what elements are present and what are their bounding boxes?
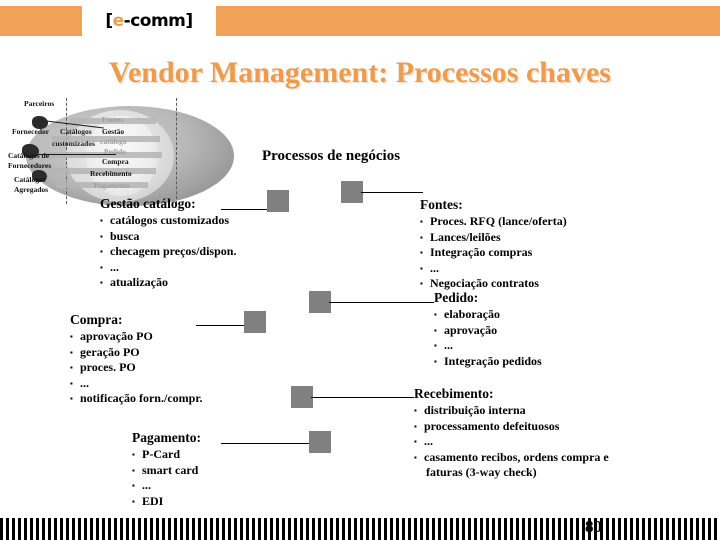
header-band-left (0, 6, 82, 36)
list-item: casamento recibos, ordens compra e (414, 450, 609, 466)
connector-node-compra[interactable] (244, 311, 266, 333)
block-list-recebimento: distribuição interna processamento defei… (414, 403, 609, 481)
block-list-compra: aprovação PO geração PO proces. PO ... n… (70, 329, 203, 407)
list-item: aprovação PO (70, 329, 203, 345)
logo-e-highlight: e (112, 11, 125, 31)
page-number: 80 (585, 517, 602, 536)
list-item: distribuição interna (414, 403, 609, 419)
diagram-label-compra: Compra (102, 157, 129, 166)
logo-comm: -comm] (123, 11, 194, 31)
list-item: P-Card (132, 447, 201, 463)
header-band-right (216, 6, 720, 36)
diagram-label-pedido: Pedido (104, 147, 127, 156)
list-item: aprovação (434, 323, 542, 339)
block-compra: Compra: aprovação PO geração PO proces. … (70, 312, 203, 407)
connector-line-fontes (361, 192, 423, 193)
list-item: busca (100, 229, 236, 245)
footer-hatch-bar (0, 518, 720, 540)
list-item: elaboração (434, 307, 542, 323)
list-item: proces. PO (70, 360, 203, 376)
list-item: processamento defeituosos (414, 419, 609, 435)
diagram-label-agregados: Agregados (14, 185, 49, 194)
block-title-compra: Compra: (70, 312, 123, 327)
diagram-label-gestao: Gestão (102, 127, 125, 136)
diagram-label-pagamento: Pagamento (94, 181, 130, 190)
diagram-label-catalogos-de: Catálogos de (8, 151, 50, 160)
connector-line-pedido (329, 302, 434, 303)
diagram-label-catalogos: Catálogos (14, 175, 46, 184)
block-gestao-catalogo: Gestão catálogo: catálogos customizados … (100, 196, 236, 291)
logo-bracket-open: [ (105, 11, 113, 31)
header-band: [e-comm] (0, 6, 720, 36)
list-item: Lances/leilões (420, 230, 567, 246)
block-list-pagamento: P-Card smart card ... EDI (132, 447, 201, 509)
list-item: ... (132, 478, 201, 494)
diagram-dashed-line-left (66, 98, 67, 204)
brand-logo: [e-comm] (82, 6, 216, 36)
block-pedido: Pedido: elaboração aprovação ... Integra… (434, 290, 542, 369)
diagram-label-catalogos-mid: Catálogos (60, 127, 92, 136)
diagram-label-fornecedores: Fornecedores (8, 161, 52, 170)
section-heading-processos-de-negocios: Processos de negócios (262, 148, 401, 164)
list-item: EDI (132, 494, 201, 510)
list-item: geração PO (70, 345, 203, 361)
connector-node-fontes[interactable] (341, 181, 363, 203)
connector-node-pagamento[interactable] (309, 431, 331, 453)
list-item: ... (414, 434, 609, 450)
connector-node-recebimento[interactable] (291, 386, 313, 408)
connector-line-recebimento (311, 397, 414, 398)
list-item: notificação forn./compr. (70, 391, 203, 407)
block-title-pagamento: Pagamento: (132, 430, 201, 445)
connector-node-gestao-catalogo[interactable] (267, 190, 289, 212)
list-item: Integração compras (420, 245, 567, 261)
list-item: atualização (100, 275, 236, 291)
block-recebimento: Recebimento: distribuição interna proces… (414, 386, 609, 481)
list-item: ... (420, 261, 567, 277)
block-list-fontes: Proces. RFQ (lance/oferta) Lances/leilõe… (420, 214, 567, 292)
list-item: ... (70, 376, 203, 392)
list-item: smart card (132, 463, 201, 479)
list-item-continuation: faturas (3-way check) (426, 465, 537, 479)
block-title-fontes: Fontes: (420, 197, 463, 212)
block-list-gestao-catalogo: catálogos customizados busca checagem pr… (100, 213, 236, 291)
diagram-label-catalogo: catálogo (100, 137, 127, 146)
list-item: checagem preços/dispon. (100, 244, 236, 260)
list-item: ... (100, 260, 236, 276)
diagram-label-fornecedor: Fornecedor (12, 127, 50, 136)
block-title-recebimento: Recebimento: (414, 386, 494, 401)
list-item: Integração pedidos (434, 354, 542, 370)
page-title: Vendor Management: Processos chaves (109, 56, 611, 89)
diagram-label-customizados-mid: customizados (52, 139, 95, 148)
funnel-oval-diagram: Parceiros Fornecedor Catálogos de Fornec… (8, 96, 238, 208)
list-item: ... (434, 338, 542, 354)
diagram-label-parceiros: Parceiros (24, 99, 55, 108)
brand-logo-text: [e-comm] (105, 11, 194, 31)
connector-line-compra (196, 325, 246, 326)
block-title-gestao-catalogo: Gestão catálogo: (100, 196, 196, 211)
block-fontes: Fontes: Proces. RFQ (lance/oferta) Lance… (420, 197, 567, 292)
diagram-label-recebimento: Recebimento (90, 169, 132, 178)
list-item: Proces. RFQ (lance/oferta) (420, 214, 567, 230)
diagram-label-fontes: Fontes (102, 115, 124, 124)
connector-node-pedido[interactable] (309, 291, 331, 313)
list-item: catálogos customizados (100, 213, 236, 229)
connector-line-pagamento (221, 443, 311, 444)
block-pagamento: Pagamento: P-Card smart card ... EDI (132, 430, 201, 509)
diagram-dashed-line-right (176, 98, 177, 204)
block-title-pedido: Pedido: (434, 290, 479, 305)
block-list-pedido: elaboração aprovação ... Integração pedi… (434, 307, 542, 369)
